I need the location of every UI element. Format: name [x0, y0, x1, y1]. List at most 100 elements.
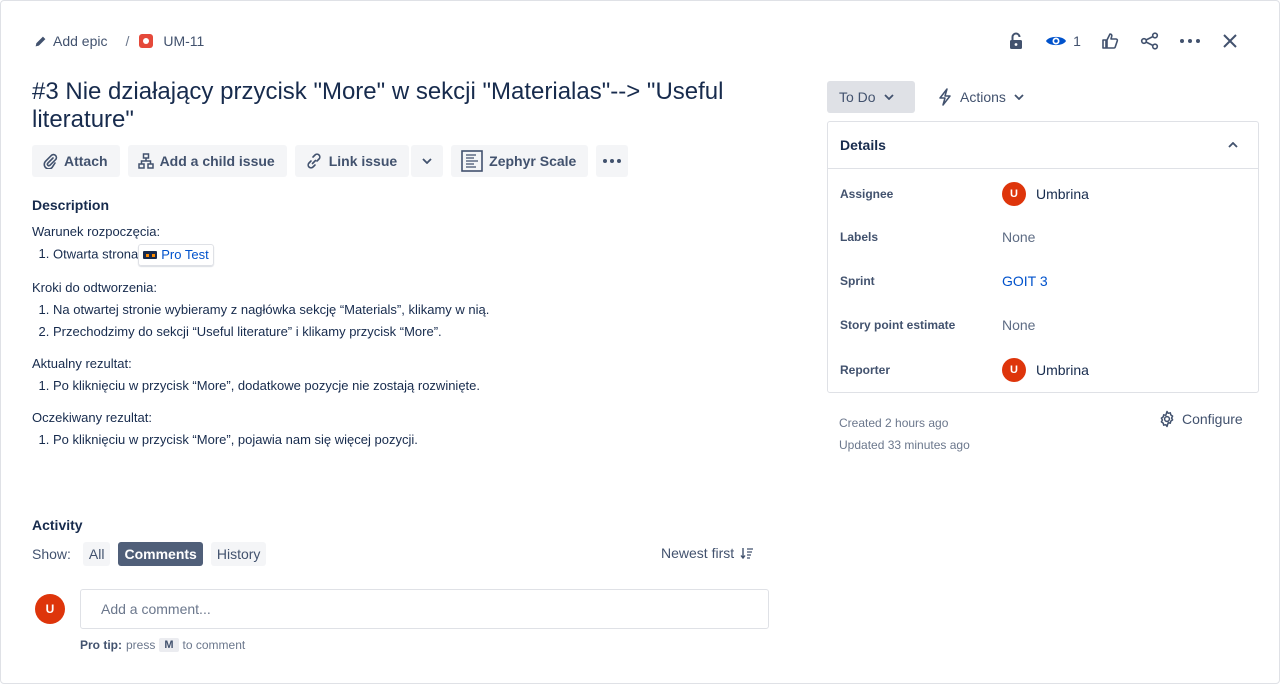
start-condition-block: Warunek rozpoczęcia: Otwarta strona Pro …	[32, 222, 772, 266]
comment-input[interactable]: Add a comment...	[80, 589, 769, 629]
add-epic-label: Add epic	[53, 33, 108, 49]
zephyr-icon	[461, 150, 483, 172]
protip-bold: Pro tip:	[80, 638, 122, 652]
more-icon	[1180, 39, 1200, 43]
protip-key: M	[159, 638, 179, 652]
start-condition-label: Warunek rozpoczęcia:	[32, 224, 161, 239]
watch-count: 1	[1073, 33, 1081, 49]
detail-row-reporter: Reporter U Umbrina	[840, 356, 1089, 384]
configure-label: Configure	[1182, 411, 1243, 427]
labels-value[interactable]: None	[1002, 229, 1035, 245]
detail-row-labels: Labels None	[840, 223, 1035, 251]
toolbar-more-button[interactable]	[596, 145, 629, 177]
pencil-icon	[35, 36, 46, 46]
sort-order-button[interactable]: Newest first	[661, 545, 754, 561]
detail-row-story-points: Story point estimate None	[840, 311, 1035, 339]
activity-heading: Activity	[32, 517, 83, 533]
filter-all[interactable]: All	[82, 542, 111, 566]
status-dropdown[interactable]: To Do	[827, 81, 915, 113]
actions-label: Actions	[960, 89, 1006, 105]
expected-result-block: Oczekiwany rezultat: Po kliknięciu w prz…	[32, 408, 772, 450]
details-header[interactable]: Details	[828, 122, 1258, 169]
steps-block: Kroki do odtworzenia: Na otwartej stroni…	[32, 278, 772, 342]
assignee-value[interactable]: U Umbrina	[1002, 182, 1089, 206]
issue-title[interactable]: #3 Nie działający przycisk "More" w sekc…	[32, 78, 772, 134]
link-issue-label: Link issue	[328, 153, 398, 169]
add-epic-link[interactable]: Add epic	[34, 33, 107, 49]
issue-key: UM-11	[163, 33, 205, 49]
list-item: Po kliknięciu w przycisk “More”, pojawia…	[53, 430, 772, 450]
zephyr-label: Zephyr Scale	[489, 153, 577, 169]
attach-button[interactable]: Attach	[32, 145, 120, 177]
list-item: Po kliknięciu w przycisk “More”, dodatko…	[53, 376, 772, 396]
detail-row-assignee: Assignee U Umbrina	[840, 180, 1089, 208]
steps-label: Kroki do odtworzenia:	[32, 280, 158, 295]
restrictions-button[interactable]	[996, 29, 1036, 53]
reporter-label: Reporter	[840, 363, 891, 377]
chevron-up-icon	[1228, 142, 1238, 148]
chevron-down-icon	[422, 158, 432, 164]
watch-button[interactable]: 1	[1036, 29, 1090, 53]
list-item: Na otwartej stronie wybieramy z nagłówka…	[53, 300, 772, 320]
reporter-name: Umbrina	[1036, 362, 1089, 378]
story-points-label: Story point estimate	[840, 318, 956, 332]
assignee-label: Assignee	[840, 187, 894, 201]
steps-list: Na otwartej stronie wybieramy z nagłówka…	[53, 300, 772, 342]
paperclip-icon	[43, 153, 58, 169]
add-child-issue-button[interactable]: Add a child issue	[127, 145, 287, 177]
activity-filter: Show: All Comments History	[32, 542, 267, 566]
expected-label: Oczekiwany rezultat:	[32, 410, 152, 425]
description-body[interactable]: Warunek rozpoczęcia: Otwarta strona Pro …	[32, 222, 772, 462]
actions-dropdown[interactable]: Actions	[930, 81, 1032, 113]
pro-tip: Pro tip: press M to comment	[80, 638, 245, 652]
link-issue-button[interactable]: Link issue	[294, 145, 410, 177]
assignee-name: Umbrina	[1036, 186, 1089, 202]
detail-row-sprint: Sprint GOIT 3	[840, 267, 1048, 295]
chevron-down-icon	[1014, 94, 1024, 100]
filter-history[interactable]: History	[210, 542, 267, 566]
vote-button[interactable]	[1090, 29, 1130, 53]
pro-test-link-text: Pro Test	[161, 247, 209, 262]
sprint-label: Sprint	[840, 274, 875, 288]
details-panel: Details Assignee U Umbrina Labels None S…	[827, 121, 1259, 393]
issue-header-actions: 1	[996, 29, 1250, 53]
share-button[interactable]	[1130, 29, 1170, 53]
actual-list: Po kliknięciu w przycisk “More”, dodatko…	[53, 376, 772, 396]
attach-label: Attach	[64, 153, 108, 169]
link-icon	[307, 153, 321, 169]
current-user-avatar: U	[35, 594, 65, 624]
configure-button[interactable]: Configure	[1158, 410, 1243, 428]
start-item-text: Otwarta strona	[53, 246, 139, 262]
chevron-down-icon	[883, 94, 894, 100]
details-heading: Details	[840, 137, 886, 153]
sort-label: Newest first	[661, 545, 735, 561]
close-button[interactable]	[1210, 29, 1250, 53]
close-icon	[1223, 34, 1237, 48]
created-time: Created 2 hours ago	[839, 416, 949, 430]
sprint-value[interactable]: GOIT 3	[1002, 273, 1048, 289]
thumbs-up-icon	[1102, 33, 1119, 49]
expected-list: Po kliknięciu w przycisk “More”, pojawia…	[53, 430, 772, 450]
more-actions-button[interactable]	[1170, 29, 1210, 53]
pro-test-link[interactable]: Pro Test	[138, 244, 214, 266]
link-issue-group: Link issue	[294, 145, 444, 177]
eye-icon	[1046, 36, 1067, 46]
zephyr-scale-button[interactable]: Zephyr Scale	[451, 145, 589, 177]
unlock-icon	[1010, 32, 1022, 49]
hierarchy-icon	[137, 153, 154, 169]
show-label: Show:	[32, 546, 71, 562]
actual-result-block: Aktualny rezultat: Po kliknięciu w przyc…	[32, 354, 772, 396]
link-issue-dropdown[interactable]	[411, 145, 444, 177]
reporter-value[interactable]: U Umbrina	[1002, 358, 1089, 382]
status-label: To Do	[839, 89, 876, 105]
start-condition-list: Otwarta strona Pro Test	[53, 244, 772, 266]
issue-key-link[interactable]: UM-11	[139, 33, 204, 49]
protip-rest: to comment	[182, 638, 246, 652]
add-child-label: Add a child issue	[159, 153, 275, 169]
list-item: Przechodzimy do sekcji “Useful literatur…	[53, 322, 772, 342]
story-points-value[interactable]: None	[1002, 317, 1035, 333]
issue-timestamps: Created 2 hours ago Updated 33 minutes a…	[839, 412, 970, 456]
filter-comments[interactable]: Comments	[118, 542, 203, 566]
share-icon	[1140, 32, 1159, 50]
protip-press: press	[126, 638, 156, 652]
